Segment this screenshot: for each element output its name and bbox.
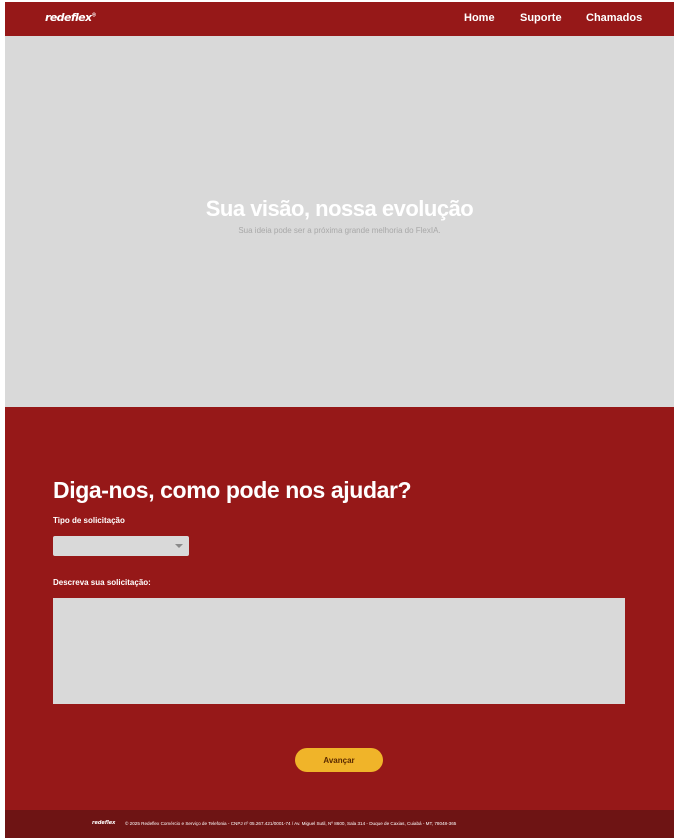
description-label: Descreva sua solicitação:: [53, 578, 151, 587]
top-header: redeflex® Home Suporte Chamados: [5, 2, 674, 36]
footer: redeflex © 2025 Redeflex Comércio e Serv…: [5, 810, 674, 838]
form-title: Diga-nos, como pode nos ajudar?: [53, 477, 412, 503]
nav-link-home[interactable]: Home: [464, 12, 495, 24]
redeflex-logo[interactable]: redeflex®: [45, 11, 97, 24]
footer-legal-text: © 2025 Redeflex Comércio e Serviço de Te…: [125, 821, 457, 826]
hero-subtitle: Sua ideia pode ser a próxima grande melh…: [238, 226, 441, 235]
page: redeflex® Home Suporte Chamados Sua visã…: [5, 2, 674, 838]
next-button[interactable]: Avançar: [295, 748, 383, 772]
hero-title: Sua visão, nossa evolução: [205, 196, 474, 221]
nav-link-support[interactable]: Suporte: [520, 12, 562, 24]
request-form-section: Diga-nos, como pode nos ajudar? Tipo de …: [5, 407, 674, 810]
request-type-label: Tipo de solicitação: [53, 516, 125, 525]
footer-logo: redeflex: [92, 820, 116, 826]
chevron-down-icon: [175, 544, 183, 548]
hero-banner: Sua visão, nossa evolução Sua ideia pode…: [5, 36, 674, 407]
nav-link-tickets[interactable]: Chamados: [586, 12, 642, 24]
logo-text: redeflex: [45, 11, 92, 24]
description-textarea[interactable]: [53, 598, 625, 704]
logo-registered-mark: ®: [91, 12, 97, 19]
request-type-select[interactable]: [53, 536, 189, 556]
